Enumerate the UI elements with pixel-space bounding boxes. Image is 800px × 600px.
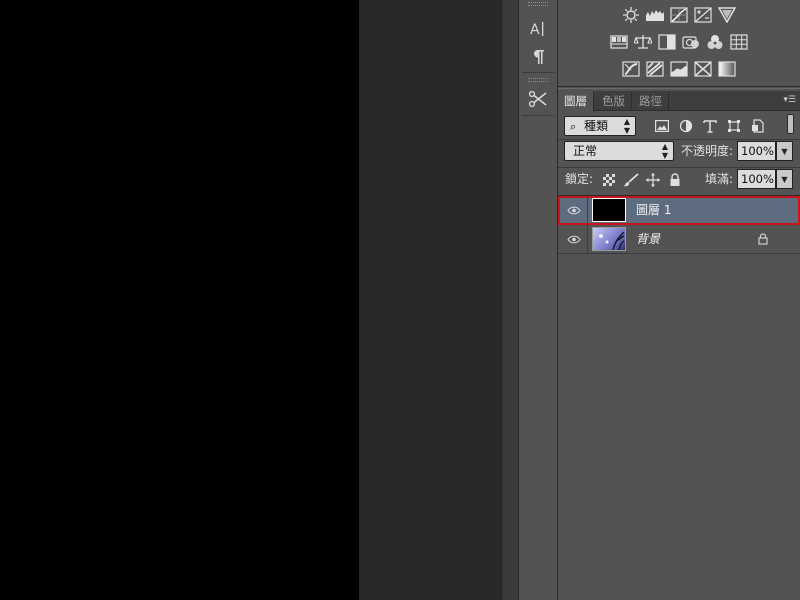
blend-mode-value: 正常	[573, 144, 598, 158]
column-divider	[587, 225, 588, 254]
strip-divider	[522, 72, 555, 73]
opacity-slider-toggle[interactable]: ▼	[776, 141, 793, 161]
fill-slider-toggle[interactable]: ▼	[776, 169, 793, 189]
svg-text:A: A	[530, 22, 540, 38]
posterize-icon[interactable]	[645, 60, 665, 78]
opacity-input[interactable]: 100%	[737, 141, 776, 161]
color-balance-icon[interactable]	[633, 33, 653, 51]
dropdown-arrows-icon: ▲ ▼	[661, 142, 668, 160]
layer-name[interactable]: 圖層 1	[636, 196, 671, 225]
black-white-icon[interactable]	[657, 33, 677, 51]
brightness-contrast-icon[interactable]	[621, 6, 641, 24]
layer-thumbnail	[592, 227, 626, 251]
strip-divider	[522, 115, 555, 116]
exposure-icon[interactable]	[693, 6, 713, 24]
shape-filter-icon[interactable]	[726, 118, 742, 134]
strip-grip[interactable]	[528, 78, 548, 82]
photo-filter-icon[interactable]	[681, 33, 701, 51]
filter-kind-dropdown[interactable]: ⌕ 種類 ▲ ▼	[564, 116, 636, 136]
fill-label: 填滿:	[705, 172, 734, 186]
layer-list: 圖層 1 背景	[558, 195, 800, 600]
strip-grip[interactable]	[528, 2, 548, 6]
pasteboard	[359, 0, 502, 600]
paragraph-panel-icon[interactable]	[526, 46, 550, 68]
lock-position-move-icon[interactable]	[645, 172, 661, 188]
opacity-label: 不透明度:	[681, 144, 734, 158]
channel-mixer-icon[interactable]	[705, 33, 725, 51]
filter-kind-label: 種類	[584, 119, 609, 133]
adjustments-panel	[558, 0, 800, 87]
panel-dock-edge	[502, 0, 518, 600]
blend-row: 正常 ▲ ▼ 不透明度: 100% ▼	[558, 140, 800, 168]
panel-tab-bar: 圖層 色版 路徑 ▾☰	[558, 91, 800, 112]
adjustments-row	[558, 6, 800, 24]
image-filter-icon[interactable]	[654, 118, 670, 134]
adjustment-filter-icon[interactable]	[678, 118, 694, 134]
layers-panel: 圖層 色版 路徑 ▾☰ ⌕ 種類 ▲ ▼ 正常 ▲ ▼ 不透明度: 100% ▼…	[558, 88, 800, 600]
vibrance-icon[interactable]	[717, 6, 737, 24]
layer-filter-row: ⌕ 種類 ▲ ▼	[558, 112, 800, 140]
curves-icon[interactable]	[669, 6, 689, 24]
invert-icon[interactable]	[621, 60, 641, 78]
lock-label: 鎖定:	[565, 172, 594, 186]
layer-row-layer-1[interactable]: 圖層 1	[558, 196, 800, 225]
document-canvas[interactable]	[0, 0, 359, 600]
search-icon: ⌕	[570, 120, 577, 133]
lock-row: 鎖定: 填滿: 100% ▼	[558, 168, 800, 195]
tool-presets-icon[interactable]	[526, 88, 550, 110]
layer-thumbnail	[592, 198, 626, 222]
tab-paths[interactable]: 路徑	[633, 91, 669, 111]
tab-layers[interactable]: 圖層	[558, 91, 594, 112]
threshold-icon[interactable]	[669, 60, 689, 78]
adjustments-row	[558, 60, 800, 78]
type-filter-icon[interactable]	[702, 118, 718, 134]
dropdown-arrows-icon: ▲ ▼	[623, 117, 630, 135]
visibility-eye-icon[interactable]	[566, 233, 582, 245]
color-lookup-icon[interactable]	[729, 33, 749, 51]
layer-row-background[interactable]: 背景	[558, 225, 800, 254]
blend-mode-dropdown[interactable]: 正常 ▲ ▼	[564, 141, 674, 161]
smart-object-filter-icon[interactable]	[750, 118, 766, 134]
panel-menu-icon[interactable]: ▾☰	[782, 94, 796, 106]
layer-name[interactable]: 背景	[636, 225, 660, 254]
collapsed-panel-strip: A	[518, 0, 558, 600]
column-divider	[587, 196, 588, 225]
selective-color-icon[interactable]	[693, 60, 713, 78]
gradient-map-icon[interactable]	[717, 60, 737, 78]
adjustments-row	[558, 33, 800, 51]
right-panel-dock: 圖層 色版 路徑 ▾☰ ⌕ 種類 ▲ ▼ 正常 ▲ ▼ 不透明度: 100% ▼…	[558, 0, 800, 600]
levels-icon[interactable]	[645, 6, 665, 24]
fill-input[interactable]: 100%	[737, 169, 776, 189]
lock-image-pixels-brush-icon[interactable]	[623, 172, 639, 188]
layer-lock-icon	[756, 232, 770, 246]
tab-channels[interactable]: 色版	[596, 91, 632, 111]
filter-toggle-switch[interactable]	[787, 114, 794, 134]
visibility-eye-icon[interactable]	[566, 204, 582, 216]
lock-transparent-pixels-icon[interactable]	[601, 172, 617, 188]
lock-all-icon[interactable]	[667, 172, 683, 188]
hue-saturation-icon[interactable]	[609, 33, 629, 51]
character-panel-icon[interactable]: A	[526, 18, 550, 40]
